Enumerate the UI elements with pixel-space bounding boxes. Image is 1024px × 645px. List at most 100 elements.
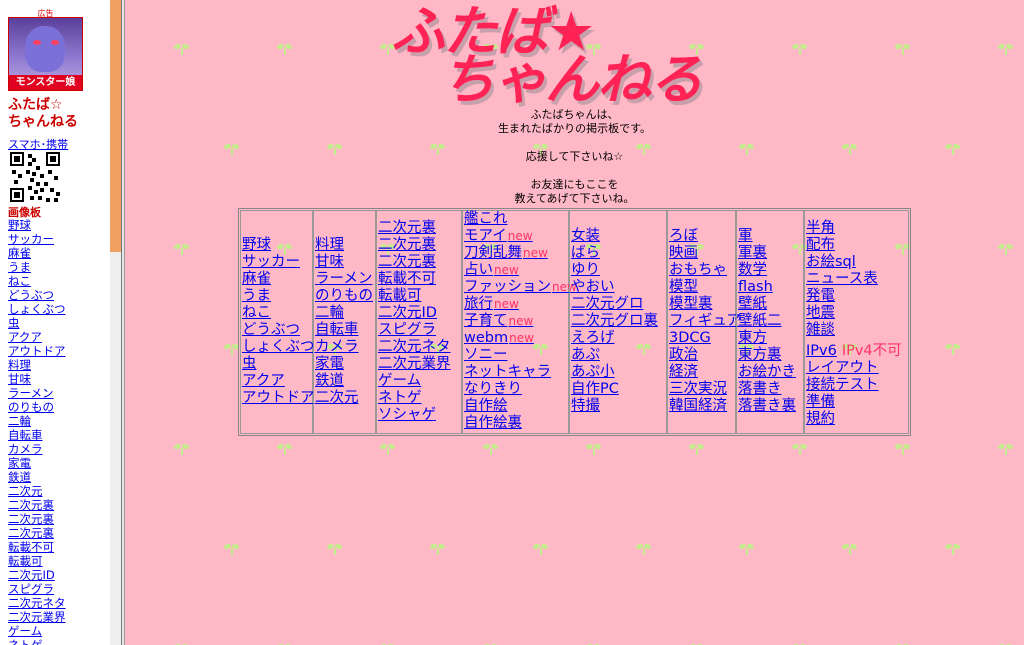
board-link[interactable]: 二次元ネタ (378, 339, 460, 356)
board-link[interactable]: 半角 (806, 220, 907, 237)
board-link[interactable]: やおい (571, 279, 665, 296)
sidebar-board-link[interactable]: ねこ (8, 274, 31, 288)
board-link[interactable]: 甘味 (315, 254, 374, 271)
board-link[interactable]: ニュース表 (806, 271, 907, 288)
sidebar-board-link[interactable]: 二次元 (8, 484, 43, 498)
sidebar-board-link[interactable]: 鉄道 (8, 470, 31, 484)
left-frame-scrollbar[interactable] (110, 0, 121, 645)
sidebar-board-link[interactable]: 二次元ネタ (8, 596, 66, 610)
board-link[interactable]: 特撮 (571, 398, 665, 415)
sidebar-board-link[interactable]: 二輪 (8, 414, 31, 428)
board-link[interactable]: 配布 (806, 237, 907, 254)
sidebar-board-link[interactable]: 転載可 (8, 554, 43, 568)
sidebar-board-link[interactable]: カメラ (8, 442, 43, 456)
board-link[interactable]: なりきり (464, 381, 567, 398)
board-link[interactable]: アウトドア (242, 390, 315, 407)
sidebar-board-link[interactable]: ラーメン (8, 386, 54, 400)
sidebar-board-link[interactable]: ネトゲ (8, 638, 43, 645)
board-link[interactable]: 自転車 (315, 322, 374, 339)
board-link[interactable]: 壁紙二 (738, 313, 802, 330)
board-link[interactable]: ソシャゲ (378, 407, 460, 424)
board-link[interactable]: 映画 (669, 245, 734, 262)
board-link[interactable]: 政治 (669, 347, 734, 364)
board-link[interactable]: ソニー (464, 347, 567, 364)
board-link[interactable]: のりもの (315, 288, 374, 305)
board-link[interactable]: うま (242, 288, 311, 305)
board-link[interactable]: 旅行new (464, 296, 567, 313)
sidebar-board-link[interactable]: 二次元裏 (8, 498, 54, 512)
board-link[interactable]: 占いnew (464, 262, 567, 279)
board-link[interactable]: 二次元裏 (378, 254, 460, 271)
board-link[interactable]: 模型裏 (669, 296, 734, 313)
ad-banner-image[interactable]: モンスター娘 (8, 17, 83, 91)
board-link[interactable]: ろぼ (669, 228, 734, 245)
board-link[interactable]: 落書き (738, 381, 802, 398)
sidebar-board-link[interactable]: スピグラ (8, 582, 54, 596)
board-link[interactable]: 経済 (669, 364, 734, 381)
board-link[interactable]: 地震 (806, 305, 907, 322)
board-link[interactable]: おもちゃ (669, 262, 734, 279)
board-link[interactable]: 野球 (242, 237, 311, 254)
board-link[interactable]: 軍 (738, 228, 802, 245)
board-link[interactable]: flash (738, 279, 802, 296)
board-link[interactable]: 麻雀 (242, 271, 311, 288)
board-link[interactable]: 料理 (315, 237, 374, 254)
board-link[interactable]: 発電 (806, 288, 907, 305)
board-link[interactable]: 二次元 (315, 390, 374, 407)
board-link[interactable]: えろげ (571, 330, 665, 347)
board-link[interactable]: お絵sql (806, 254, 907, 271)
sidebar-board-link[interactable]: うま (8, 260, 31, 274)
board-link[interactable]: IPv6 (806, 343, 837, 360)
board-link[interactable]: 虫 (242, 356, 311, 373)
board-link[interactable]: 家電 (315, 356, 374, 373)
board-link[interactable]: ラーメン (315, 271, 374, 288)
board-link[interactable]: ゲーム (378, 373, 460, 390)
sidebar-board-link[interactable]: 二次元業界 (8, 610, 66, 624)
board-link[interactable]: 三次実況 (669, 381, 734, 398)
board-link[interactable]: モアイnew (464, 228, 567, 245)
sidebar-board-link[interactable]: 家電 (8, 456, 31, 470)
board-link[interactable]: 二次元ID (378, 305, 460, 322)
board-link[interactable]: 接続テスト (806, 377, 907, 394)
board-link[interactable]: 自作PC (571, 381, 665, 398)
board-link[interactable]: 二次元グロ裏 (571, 313, 665, 330)
board-link[interactable]: 子育てnew (464, 313, 567, 330)
sidebar-board-link[interactable]: のりもの (8, 400, 54, 414)
board-link[interactable]: 韓国経済 (669, 398, 734, 415)
sidebar-board-link[interactable]: サッカー (8, 232, 54, 246)
board-link[interactable]: 壁紙 (738, 296, 802, 313)
board-link[interactable]: ねこ (242, 305, 311, 322)
board-link[interactable]: 転載不可 (378, 271, 460, 288)
board-link[interactable]: あぷ (571, 347, 665, 364)
sidebar-board-link[interactable]: 二次元裏 (8, 512, 54, 526)
board-link[interactable]: ファッションnew (464, 279, 577, 296)
board-link[interactable]: ネトゲ (378, 390, 460, 407)
board-link[interactable]: 二輪 (315, 305, 374, 322)
board-link[interactable]: webmnew (464, 330, 567, 347)
board-link[interactable]: 鉄道 (315, 373, 374, 390)
mobile-link[interactable]: スマホ･携帯 (8, 136, 68, 152)
board-link[interactable]: 雑談 (806, 322, 907, 339)
sidebar-board-link[interactable]: どうぶつ (8, 288, 54, 302)
sidebar-board-link[interactable]: 甘味 (8, 372, 31, 386)
board-link[interactable]: しょくぶつ (242, 339, 315, 356)
board-link[interactable]: レイアウト (806, 360, 907, 377)
sidebar-board-link[interactable]: 二次元裏 (8, 526, 54, 540)
board-link[interactable]: カメラ (315, 339, 374, 356)
board-link[interactable]: 二次元グロ (571, 296, 665, 313)
board-link[interactable]: ゆり (571, 262, 665, 279)
sidebar-board-link[interactable]: 二次元ID (8, 568, 55, 582)
board-link[interactable]: 軍裏 (738, 245, 802, 262)
board-link[interactable]: 女装 (571, 228, 665, 245)
board-link[interactable]: 落書き裏 (738, 398, 802, 415)
board-link[interactable]: 数学 (738, 262, 802, 279)
board-link[interactable]: フィギュア (669, 313, 741, 330)
sidebar-board-link[interactable]: 虫 (8, 316, 20, 330)
board-link[interactable]: 東方裏 (738, 347, 802, 364)
sidebar-board-link[interactable]: しょくぶつ (8, 302, 66, 316)
board-link[interactable]: 艦これ (464, 211, 567, 228)
board-link[interactable]: 二次元裏 (378, 237, 460, 254)
sidebar-board-link[interactable]: 麻雀 (8, 246, 31, 260)
board-link[interactable]: 東方 (738, 330, 802, 347)
board-link[interactable]: どうぶつ (242, 322, 311, 339)
